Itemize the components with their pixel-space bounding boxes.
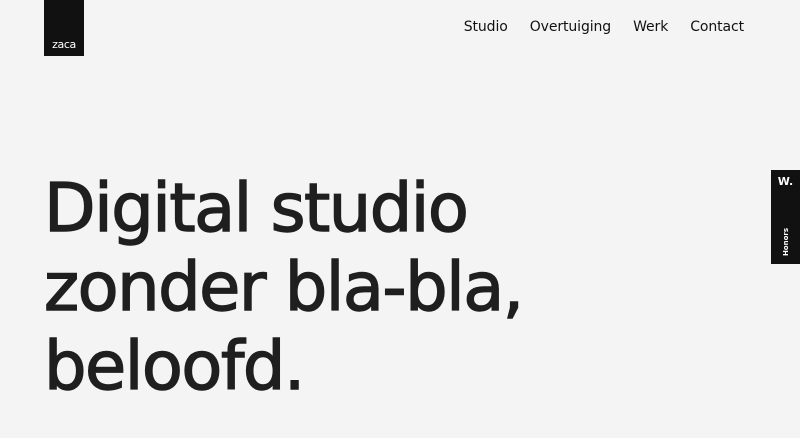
main-nav: Studio Overtuiging Werk Contact [464,19,744,35]
logo[interactable]: zaca [44,0,84,56]
nav-item-contact[interactable]: Contact [690,19,744,35]
honors-mark: W. [777,175,794,188]
hero-line-1: Digital studio [43,168,469,247]
nav-item-werk[interactable]: Werk [633,19,668,35]
hero-line-3: beloofd. [43,326,306,405]
honors-badge[interactable]: W. Honors [771,170,800,264]
nav-item-overtuiging[interactable]: Overtuiging [530,19,611,35]
honors-label: Honors [781,227,790,257]
hero-headline: Digital studio zonder bla-bla, beloofd. [43,168,524,406]
nav-item-studio[interactable]: Studio [464,19,508,35]
hero-line-2: zonder bla-bla, [43,247,524,326]
